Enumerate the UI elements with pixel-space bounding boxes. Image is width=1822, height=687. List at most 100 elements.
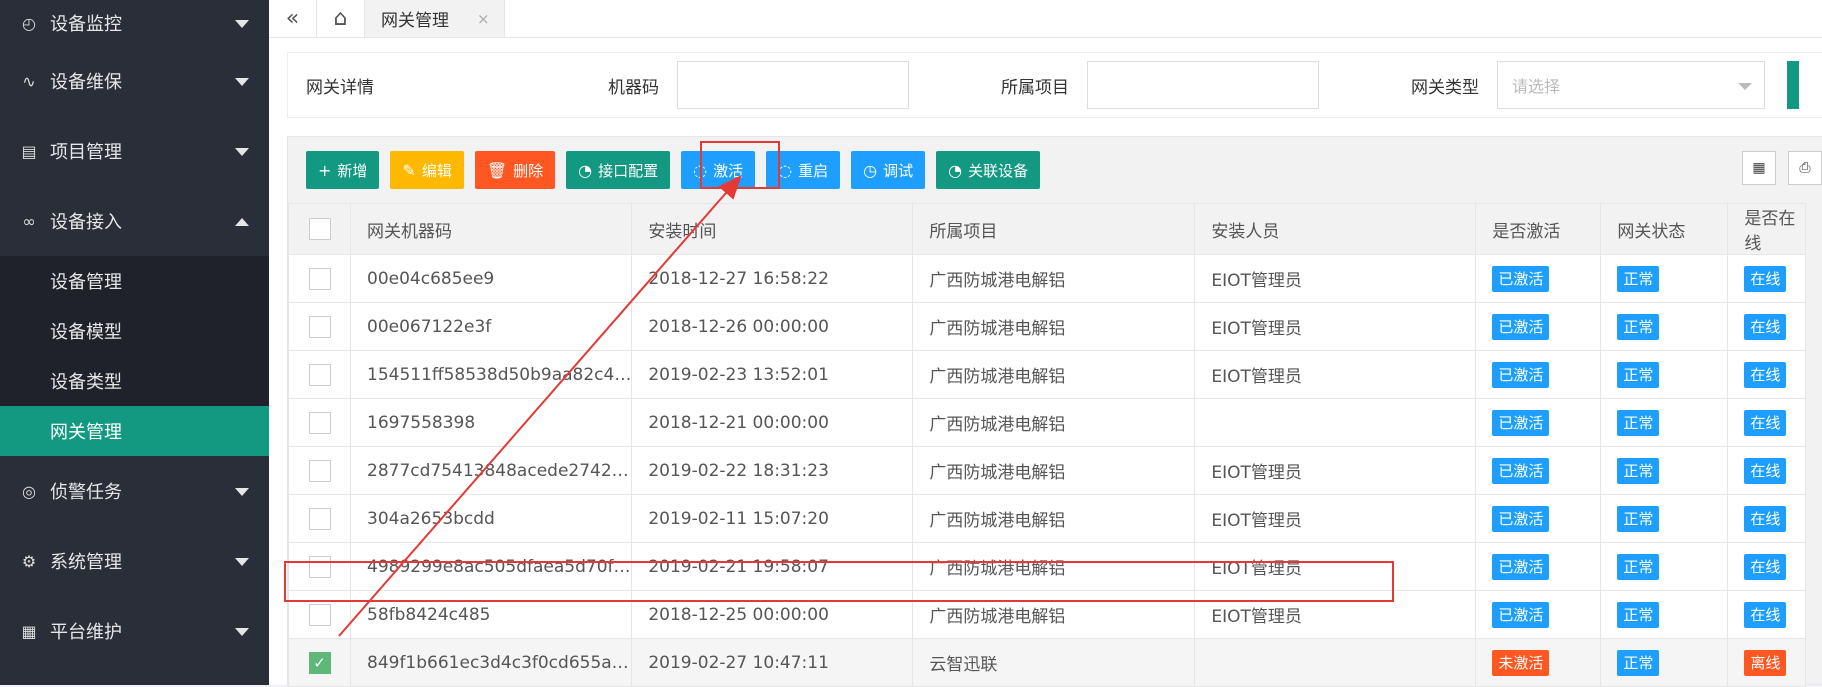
column-header[interactable]: 是否激活 [1475, 203, 1602, 255]
project-cell: 广西防城港电解铝 [912, 350, 1196, 399]
column-header[interactable]: 所属项目 [912, 203, 1196, 255]
sidebar-item-system-management[interactable]: ⚙ 系统管理 [0, 526, 269, 596]
activation-badge: 已激活 [1492, 553, 1550, 580]
row-select-cell [288, 398, 351, 447]
chevron-down-icon [235, 148, 249, 156]
clock-icon: ◷ [863, 160, 878, 180]
sidebar-subitem-device-model[interactable]: 设备模型 [0, 306, 269, 356]
home-icon[interactable]: ⌂ [317, 0, 365, 37]
table-row[interactable]: ✓ 849f1b661ec3d4c3f0cd655a… 2019-02-27 10:… [288, 638, 1807, 687]
pencil-icon: ✎ [402, 160, 416, 180]
sidebar-item-project-management[interactable]: ▤ 项目管理 [0, 116, 269, 186]
select-all-checkbox[interactable] [308, 218, 331, 240]
activation-badge: 已激活 [1492, 313, 1550, 340]
print-icon[interactable]: ⎙ [1788, 151, 1822, 185]
row-checkbox[interactable] [308, 267, 331, 290]
row-checkbox[interactable] [308, 603, 331, 626]
column-header[interactable]: 安装人员 [1194, 203, 1477, 255]
column-header[interactable]: 网关状态 [1600, 203, 1729, 255]
online-badge: 离线 [1744, 649, 1787, 676]
status-badge: 正常 [1617, 601, 1660, 628]
row-checkbox[interactable] [308, 363, 331, 386]
sidebar-item-device-access[interactable]: ∞ 设备接入 [0, 186, 269, 256]
sidebar-item-alert-tasks[interactable]: ◎ 侦警任务 [0, 456, 269, 526]
row-checkbox[interactable] [308, 411, 331, 434]
columns-icon[interactable]: ▦ [1742, 151, 1776, 185]
column-header[interactable]: 网关机器码 [349, 203, 633, 255]
tab-bar: « ⌂ 网关管理 × [269, 0, 1822, 38]
main-area: « ⌂ 网关管理 × 网关详情 机器码 所属项目 网关类型 请选择 + 新增 ✎ 编… [269, 0, 1822, 687]
sidebar-subitem-device-type[interactable]: 设备类型 [0, 356, 269, 406]
status-cell: 正常 [1600, 446, 1729, 495]
gateway-code-cell: 00e04c685ee9 [349, 254, 633, 303]
install-time-cell: 2018-12-21 00:00:00 [631, 398, 914, 447]
table-row[interactable]: 00e067122e3f 2018-12-26 00:00:00 广西防城港电解铝 E… [288, 302, 1807, 351]
project-cell: 广西防城港电解铝 [912, 254, 1196, 303]
installer-cell [1194, 638, 1477, 687]
gateway-type-select[interactable]: 请选择 [1497, 61, 1765, 109]
close-icon[interactable]: × [477, 10, 490, 28]
activation-cell: 已激活 [1475, 590, 1602, 639]
interface-config-button[interactable]: ◔ 接口配置 [566, 151, 671, 189]
content: 网关详情 机器码 所属项目 网关类型 请选择 + 新增 ✎ 编辑 🗑 删除 ◔ 接口配置… [284, 52, 1822, 687]
row-select-cell: ✓ [288, 638, 351, 687]
activation-badge: 已激活 [1492, 265, 1550, 292]
add-button[interactable]: + 新增 [306, 151, 380, 189]
sidebar-item-label: 设备接入 [50, 212, 122, 233]
sidebar-item-platform-maintenance[interactable]: ▦ 平台维护 [0, 596, 269, 666]
sidebar-subitem-device-management[interactable]: 设备管理 [0, 256, 269, 306]
target-icon: ◎ [22, 481, 36, 501]
activate-highlight-box [700, 141, 780, 189]
status-cell: 正常 [1600, 590, 1729, 639]
trash-icon: 🗑 [486, 160, 508, 180]
table-row[interactable]: 1697558398 2018-12-21 00:00:00 广西防城港电解铝 已激活… [288, 398, 1807, 447]
search-button[interactable] [1787, 61, 1799, 109]
sidebar-item-device-maintenance[interactable]: ∿ 设备维保 [0, 46, 269, 116]
status-cell: 正常 [1600, 350, 1729, 399]
pulse-icon: ∿ [22, 71, 36, 91]
online-badge: 在线 [1744, 601, 1787, 628]
status-cell: 正常 [1600, 638, 1729, 687]
sidebar-item-label: 平台维护 [50, 622, 122, 643]
row-checkbox[interactable] [308, 507, 331, 530]
row-select-cell [288, 254, 351, 303]
online-cell: 在线 [1727, 398, 1807, 447]
online-badge: 在线 [1744, 361, 1787, 388]
row-checkbox[interactable] [308, 315, 331, 338]
row-checkbox[interactable] [308, 459, 331, 482]
table-row[interactable]: 154511ff58538d50b9aa82c4… 2019-02-23 13:5… [288, 350, 1807, 399]
machine-code-input[interactable] [677, 61, 909, 109]
sidebar: ◴ 设备监控 ∿ 设备维保 ▤ 项目管理 ∞ 设备接入 设备管理 设备模型 设备… [0, 0, 269, 685]
gauge-icon: ◔ [948, 160, 963, 180]
row-select-cell [288, 446, 351, 495]
column-header[interactable]: 安装时间 [631, 203, 914, 255]
gateway-code-cell: 304a2653bcdd [349, 494, 633, 543]
tab-gateway-management[interactable]: 网关管理 × [365, 0, 505, 37]
link-device-button[interactable]: ◔ 关联设备 [936, 151, 1041, 189]
online-cell: 在线 [1727, 350, 1807, 399]
row-select-cell [288, 350, 351, 399]
button-label: 接口配置 [598, 161, 659, 180]
row-select-cell [288, 302, 351, 351]
collapse-sidebar-icon[interactable]: « [269, 0, 317, 37]
status-cell: 正常 [1600, 494, 1729, 543]
debug-button[interactable]: ◷ 调试 [851, 151, 926, 189]
sidebar-item-label: 项目管理 [50, 142, 122, 163]
column-header[interactable]: 是否在线 [1727, 203, 1807, 255]
online-cell: 在线 [1727, 302, 1807, 351]
installer-cell: EIOT管理员 [1194, 350, 1477, 399]
row-checkbox[interactable]: ✓ [308, 651, 331, 674]
gateway-code-cell: 2877cd75413848acede2742… [349, 446, 633, 495]
edit-button[interactable]: ✎ 编辑 [390, 151, 464, 189]
sidebar-subitem-gateway-management[interactable]: 网关管理 [0, 406, 269, 456]
delete-button[interactable]: 🗑 删除 [474, 151, 556, 189]
table-row[interactable]: 2877cd75413848acede2742… 2019-02-22 18:31… [288, 446, 1807, 495]
project-input[interactable] [1087, 61, 1319, 109]
activation-badge: 已激活 [1492, 601, 1550, 628]
activation-cell: 已激活 [1475, 350, 1602, 399]
table-row[interactable]: 304a2653bcdd 2019-02-11 15:07:20 广西防城港电解铝 E… [288, 494, 1807, 543]
table-row[interactable]: 00e04c685ee9 2018-12-27 16:58:22 广西防城港电解铝 E… [288, 254, 1807, 303]
install-time-cell: 2019-02-27 10:47:11 [631, 638, 914, 687]
sidebar-item-device-monitor[interactable]: ◴ 设备监控 [0, 0, 269, 46]
book-icon: ▤ [21, 141, 37, 161]
